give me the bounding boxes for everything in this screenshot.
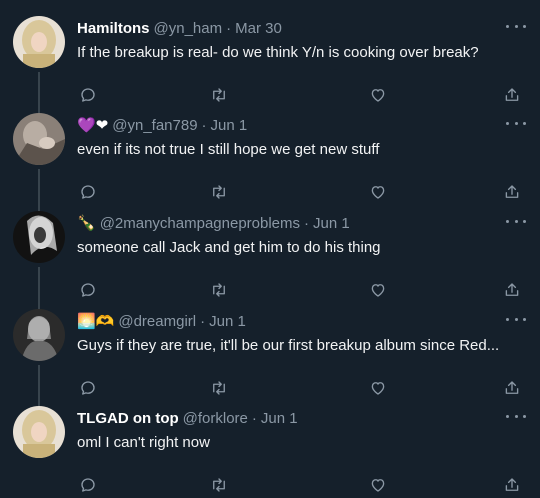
tweet-date[interactable]: Jun 1 [209,313,246,330]
share-icon[interactable] [501,84,523,106]
tweet-date[interactable]: Jun 1 [261,410,298,427]
share-icon[interactable] [501,377,523,399]
retweet-icon[interactable] [208,279,230,301]
avatar[interactable] [13,211,65,263]
retweet-icon[interactable] [208,377,230,399]
retweet-icon[interactable] [208,84,230,106]
thread-line [38,198,40,211]
tweet-header: Hamiltons @yn_ham · Mar 30 [77,16,282,40]
tweet-date[interactable]: Jun 1 [313,215,350,232]
name-emoji: 💜❤ [77,117,109,134]
tweet[interactable]: Hamiltons @yn_ham · Mar 30 If the breaku… [0,16,540,116]
tweet-text: even if its not true I still hope we get… [77,141,380,158]
name-emoji: 🍾 [77,215,96,232]
tweet[interactable]: TLGAD on top @forklore · Jun 1 oml I can… [0,393,540,498]
retweet-icon[interactable] [208,474,230,496]
share-icon[interactable] [501,279,523,301]
tweet-header: 🍾 @2manychampagneproblems · Jun 1 [77,211,350,235]
like-icon[interactable] [367,279,389,301]
more-icon[interactable] [506,213,526,229]
tweet-text: Guys if they are true, it'll be our firs… [77,337,500,354]
thread-line [38,393,40,406]
tweet-text: If the breakup is real- do we think Y/n … [77,44,479,61]
like-icon[interactable] [367,181,389,203]
display-name[interactable]: TLGAD on top [77,410,179,427]
share-icon[interactable] [501,474,523,496]
tweet-header: TLGAD on top @forklore · Jun 1 [77,406,298,430]
thread-line [38,296,40,309]
thread-line [38,100,40,113]
user-handle[interactable]: @yn_fan789 [112,117,197,134]
avatar[interactable] [13,309,65,361]
separator: · [200,312,206,330]
name-emoji: 🌅🫶 [77,313,115,330]
avatar[interactable] [13,406,65,458]
reply-thread: Hamiltons @yn_ham · Mar 30 If the breaku… [0,0,540,498]
user-handle[interactable]: @dreamgirl [118,313,196,330]
share-icon[interactable] [501,181,523,203]
separator: · [251,409,257,427]
more-icon[interactable] [506,311,526,327]
tweet-actions [77,84,527,106]
separator: · [201,116,207,134]
tweet-actions [77,279,527,301]
user-handle[interactable]: @yn_ham [154,20,223,37]
display-name[interactable]: Hamiltons [77,20,150,37]
like-icon[interactable] [367,84,389,106]
tweet-date[interactable]: Mar 30 [235,20,282,37]
tweet[interactable]: 🌅🫶 @dreamgirl · Jun 1 Guys if they are t… [0,296,540,409]
user-handle[interactable]: @2manychampagneproblems [100,215,300,232]
tweet-actions [77,474,527,496]
avatar[interactable] [13,16,65,68]
more-icon[interactable] [506,18,526,34]
more-icon[interactable] [506,115,526,131]
avatar[interactable] [13,113,65,165]
reply-icon[interactable] [77,181,99,203]
like-icon[interactable] [367,474,389,496]
tweet-actions [77,181,527,203]
reply-icon[interactable] [77,474,99,496]
tweet[interactable]: 🍾 @2manychampagneproblems · Jun 1 someon… [0,198,540,311]
reply-icon[interactable] [77,279,99,301]
tweet-actions [77,377,527,399]
user-handle[interactable]: @forklore [183,410,248,427]
separator: · [304,214,310,232]
more-icon[interactable] [506,408,526,424]
retweet-icon[interactable] [208,181,230,203]
separator: · [226,19,232,37]
tweet-header: 💜❤ @yn_fan789 · Jun 1 [77,113,247,137]
tweet-header: 🌅🫶 @dreamgirl · Jun 1 [77,309,246,333]
tweet-date[interactable]: Jun 1 [211,117,248,134]
tweet-text: someone call Jack and get him to do his … [77,239,381,256]
reply-icon[interactable] [77,84,99,106]
tweet[interactable]: 💜❤ @yn_fan789 · Jun 1 even if its not tr… [0,100,540,213]
reply-icon[interactable] [77,377,99,399]
tweet-text: oml I can't right now [77,434,210,451]
like-icon[interactable] [367,377,389,399]
